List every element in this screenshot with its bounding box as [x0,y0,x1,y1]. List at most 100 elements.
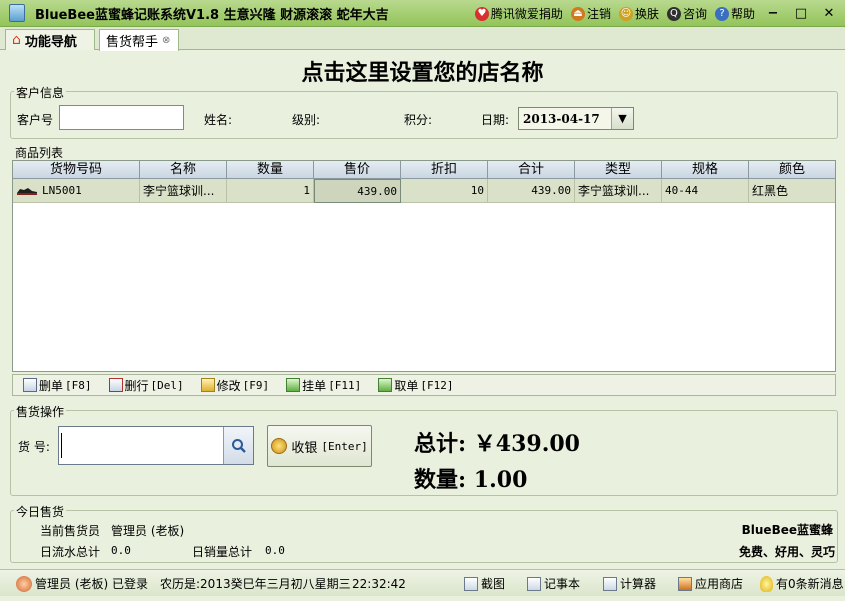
notepad-icon [527,576,541,591]
messages-button[interactable]: 有0条新消息 [760,570,844,597]
skin-link[interactable]: ☺ 换肤 [618,5,659,22]
logout-icon: ⏏ [570,6,585,21]
col-header-price[interactable]: 售价 [314,161,401,179]
cell-name[interactable]: 李宁篮球训... [140,179,227,203]
skin-icon: ☺ [618,6,633,21]
help-link[interactable]: ? 帮助 [714,5,755,22]
cashflow-value: 0.0 [111,544,131,557]
title-links: ♥ 腾讯微爱捐助 ⏏ 注销 ☺ 换肤 Q 咨询 ? 帮助 − □ ✕ [474,0,839,27]
user-status: 管理员 (老板) 已登录 [16,570,148,597]
app-logo-icon [9,4,25,22]
calculator-icon [603,576,617,591]
hold-order-icon [286,378,301,392]
cell-spec[interactable]: 40-44 [662,179,749,203]
goods-search-button[interactable] [223,427,253,464]
customer-id-field[interactable] [59,105,184,130]
order-toolbar: 删单 [F8] 删行 [Del] 修改 [F9] 挂单 [F11] 取单 [F12] [12,374,836,396]
shoe-icon [17,187,37,195]
user-avatar-icon [16,575,32,592]
retrieve-order-icon [378,378,393,392]
hold-order-button[interactable]: 挂单 [F11] [286,377,361,394]
quantity-display: 数量: 1.00 [414,467,528,493]
minimize-button[interactable]: − [763,5,783,23]
close-button[interactable]: ✕ [819,5,839,23]
col-header-color[interactable]: 颜色 [749,161,835,179]
col-header-qty[interactable]: 数量 [227,161,314,179]
today-sales-legend: 今日售货 [14,503,67,520]
donate-link[interactable]: ♥ 腾讯微爱捐助 [474,5,563,22]
col-header-spec[interactable]: 规格 [662,161,749,179]
title-bar: BlueBee蓝蜜蜂记账系统V1.8 生意兴隆 财源滚滚 蛇年大吉 ♥ 腾讯微爱… [0,0,845,27]
delete-order-icon [23,378,37,392]
current-seller-label: 当前售货员 [40,524,101,538]
col-header-total[interactable]: 合计 [488,161,575,179]
maximize-button[interactable]: □ [791,5,811,23]
tab-navigation[interactable]: ⌂ 功能导航 [5,29,95,50]
col-header-code[interactable]: 货物号码 [13,161,140,179]
delete-row-button[interactable]: 删行 [Del] [108,377,184,394]
sale-operation-legend: 售货操作 [14,403,67,420]
sales-volume-value: 0.0 [265,544,285,557]
edit-button[interactable]: 修改 [F9] [200,377,269,394]
edit-icon [200,378,215,392]
delete-row-icon [108,378,123,392]
sales-volume-label: 日销量总计 [192,545,253,559]
coins-icon [271,438,288,454]
appstore-icon [678,576,692,591]
status-bar: 管理员 (老板) 已登录 农历是:2013癸巳年三月初八星期三 22:32:42… [0,569,845,596]
table-row[interactable]: LN5001 李宁篮球训... 1 439.00 10 439.00 李宁篮球训… [13,179,835,203]
heart-icon: ♥ [474,6,489,21]
chevron-down-icon[interactable]: ▼ [611,108,633,129]
appstore-button[interactable]: 应用商店 [678,570,743,597]
delete-order-button[interactable]: 删单 [F8] [23,377,92,394]
cell-type[interactable]: 李宁篮球训... [575,179,662,203]
cashier-button[interactable]: 收银 [Enter] [267,425,372,467]
search-icon [231,438,246,453]
date-value: 2013-04-17 [523,111,600,126]
col-header-name[interactable]: 名称 [140,161,227,179]
product-table[interactable]: 货物号码 名称 数量 售价 折扣 合计 类型 规格 颜色 LN5001 李宁篮球… [12,160,836,372]
customer-level-label: 级别: [292,113,321,127]
brand-slogan: 免费、好用、灵巧 [738,545,835,559]
clock-time: 22:32:42 [352,576,406,591]
table-header: 货物号码 名称 数量 售价 折扣 合计 类型 规格 颜色 [13,161,835,179]
current-seller-value: 管理员 (老板) [111,524,185,538]
calculator-button[interactable]: 计算器 [603,570,656,597]
goods-number-input[interactable] [58,426,254,465]
date-label: 日期: [481,113,510,127]
tab-close-icon[interactable]: ⊗ [162,35,170,46]
cell-price[interactable]: 439.00 [314,179,401,203]
tab-bar: ⌂ 功能导航 售货帮手 ⊗ [0,27,845,51]
help-icon: ? [714,6,729,21]
total-display: 总计: ￥439.00 [414,431,580,457]
goods-number-label: 货 号: [18,440,50,454]
lunar-date: 农历是:2013癸巳年三月初八星期三 [160,577,351,591]
col-header-discount[interactable]: 折扣 [401,161,488,179]
cell-qty[interactable]: 1 [227,179,314,203]
date-picker[interactable]: 2013-04-17 ▼ [518,107,634,130]
product-list-legend: 商品列表 [15,146,64,160]
screenshot-icon [464,576,478,591]
logout-link[interactable]: ⏏ 注销 [570,5,611,22]
qq-icon: Q [666,6,681,21]
customer-id-label: 客户号 [17,113,54,127]
tab-sales-helper[interactable]: 售货帮手 ⊗ [99,29,179,51]
home-icon: ⌂ [12,32,21,48]
notepad-button[interactable]: 记事本 [527,570,580,597]
screenshot-button[interactable]: 截图 [464,570,505,597]
window-title: BlueBee蓝蜜蜂记账系统V1.8 生意兴隆 财源滚滚 蛇年大吉 [35,7,389,23]
retrieve-order-button[interactable]: 取单 [F12] [378,377,453,394]
customer-points-label: 积分: [404,113,433,127]
cell-discount[interactable]: 10 [401,179,488,203]
shop-name-title[interactable]: 点击这里设置您的店名称 [0,55,845,87]
brand-name: BlueBee蓝蜜蜂 [741,523,833,537]
cashflow-label: 日流水总计 [40,545,101,559]
consult-link[interactable]: Q 咨询 [666,5,707,22]
cell-total[interactable]: 439.00 [488,179,575,203]
col-header-type[interactable]: 类型 [575,161,662,179]
cell-color[interactable]: 红黑色 [749,179,835,203]
customer-name-label: 姓名: [204,113,233,127]
lightbulb-icon [760,575,773,592]
cell-code[interactable]: LN5001 [13,179,140,203]
text-caret [61,433,62,458]
